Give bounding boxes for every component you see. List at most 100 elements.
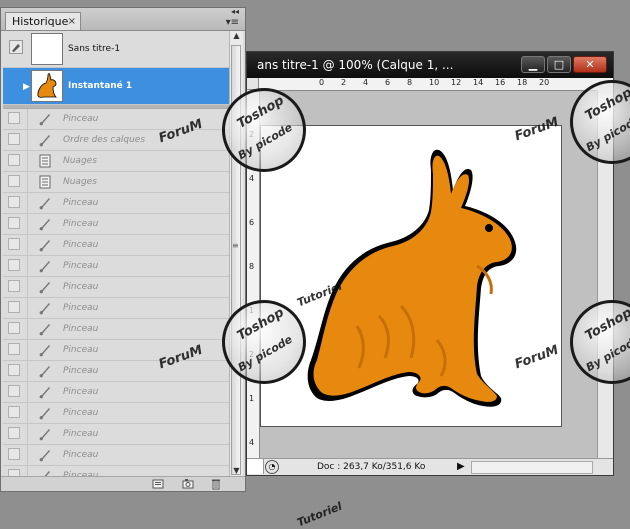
history-brush-source-checkbox[interactable] xyxy=(8,238,20,250)
history-brush-source-checkbox[interactable] xyxy=(8,448,20,460)
brush-icon xyxy=(39,198,50,210)
brush-icon xyxy=(39,303,50,315)
history-step[interactable]: Pinceau xyxy=(3,382,230,403)
history-steps: Pinceau Ordre des calques Nuages Nuages Pinc… xyxy=(3,109,230,478)
row-separator xyxy=(27,130,28,150)
row-separator xyxy=(27,445,28,465)
history-snapshot[interactable]: Sans titre-1 xyxy=(3,31,230,68)
history-step[interactable]: Pinceau xyxy=(3,361,230,382)
brush-icon xyxy=(39,114,50,126)
row-separator xyxy=(27,382,28,402)
history-brush-source-icon[interactable] xyxy=(9,40,23,54)
history-brush-source-checkbox[interactable] xyxy=(8,79,20,91)
snapshot-label: Sans titre-1 xyxy=(68,44,121,54)
history-step-label: Pinceau xyxy=(63,324,99,334)
row-separator xyxy=(27,109,28,129)
brush-icon xyxy=(39,450,50,462)
new-snapshot-icon[interactable] xyxy=(181,478,195,490)
blank-thumbnail xyxy=(31,33,63,65)
window-controls: ▁ □ ✕ xyxy=(521,56,607,73)
horizontal-ruler[interactable]: 0 2 4 6 8 10 12 14 16 18 20 xyxy=(259,78,613,91)
brush-icon xyxy=(39,240,50,252)
history-step-label: Pinceau xyxy=(63,303,99,313)
history-brush-source-checkbox[interactable] xyxy=(8,364,20,376)
history-step-label: Pinceau xyxy=(63,240,99,250)
history-step-label: Pinceau xyxy=(63,345,99,355)
row-separator xyxy=(27,193,28,213)
brush-icon xyxy=(39,324,50,336)
history-brush-source-checkbox[interactable] xyxy=(8,406,20,418)
document-size-status: Doc : 263,7 Ko/351,6 Ko xyxy=(317,462,426,472)
history-list: Sans titre-1 ▶ Instantané 1 Pinceau Ordre… xyxy=(3,31,230,478)
history-brush-source-checkbox[interactable] xyxy=(8,154,20,166)
history-snapshot-selected[interactable]: ▶ Instantané 1 xyxy=(3,68,230,105)
history-step[interactable]: Pinceau xyxy=(3,277,230,298)
history-step-label: Pinceau xyxy=(63,114,99,124)
history-panel: Historique × ◂◂ ▾≡ Sans titre-1 ▶ Instan… xyxy=(0,7,246,492)
canvas-area[interactable] xyxy=(260,91,597,459)
row-separator xyxy=(27,172,28,192)
history-step[interactable]: Pinceau xyxy=(3,193,230,214)
history-step[interactable]: Pinceau xyxy=(3,298,230,319)
history-step[interactable]: Pinceau xyxy=(3,445,230,466)
ruler-tick-label: 18 xyxy=(517,78,528,87)
panel-collapse-icon[interactable]: ◂◂ xyxy=(231,7,239,16)
history-brush-source-checkbox[interactable] xyxy=(8,427,20,439)
zoom-field[interactable] xyxy=(247,459,264,474)
maximize-button[interactable]: □ xyxy=(547,56,571,73)
history-step[interactable]: Pinceau xyxy=(3,424,230,445)
document-title-bar[interactable]: ans titre-1 @ 100% (Calque 1, ... ▁ □ ✕ xyxy=(247,52,613,78)
minimize-button[interactable]: ▁ xyxy=(521,56,545,73)
history-step[interactable]: Pinceau xyxy=(3,214,230,235)
history-brush-source-checkbox[interactable] xyxy=(8,322,20,334)
history-brush-source-checkbox[interactable] xyxy=(8,175,20,187)
close-window-button[interactable]: ✕ xyxy=(573,56,607,73)
ruler-tick-label: 8 xyxy=(249,262,255,271)
history-step[interactable]: Pinceau xyxy=(3,403,230,424)
panel-menu-icon[interactable]: ▾≡ xyxy=(226,17,239,28)
ruler-tick-label: 20 xyxy=(539,78,550,87)
document-icon xyxy=(39,154,51,168)
history-step[interactable]: Pinceau xyxy=(3,256,230,277)
history-step-label: Pinceau xyxy=(63,219,99,229)
history-panel-footer xyxy=(1,476,245,491)
row-separator xyxy=(27,340,28,360)
new-document-from-state-icon[interactable] xyxy=(151,478,165,490)
ruler-tick-label: 16 xyxy=(495,78,506,87)
ruler-tick-label: 4 xyxy=(249,174,255,183)
history-brush-source-checkbox[interactable] xyxy=(8,301,20,313)
scroll-up-icon[interactable]: ▲ xyxy=(230,31,243,43)
history-step[interactable]: Nuages xyxy=(3,172,230,193)
history-brush-source-checkbox[interactable] xyxy=(8,217,20,229)
status-menu-arrow-icon[interactable]: ▶ xyxy=(457,459,465,475)
document-horizontal-scrollbar[interactable] xyxy=(471,461,593,474)
ruler-tick-label: 6 xyxy=(385,78,391,87)
document-canvas[interactable] xyxy=(260,125,562,427)
document-icon xyxy=(39,175,51,189)
row-separator xyxy=(27,235,28,255)
history-step-label: Nuages xyxy=(63,177,97,187)
history-step-label: Pinceau xyxy=(63,408,99,418)
watermark-disc: Toshop By picode xyxy=(222,88,306,172)
tab-historique[interactable]: Historique × xyxy=(5,12,81,30)
delete-state-icon[interactable] xyxy=(209,478,223,490)
watermark-toshop: Toshop xyxy=(582,85,630,124)
history-brush-source-checkbox[interactable] xyxy=(8,259,20,271)
tab-close-icon[interactable]: × xyxy=(68,13,76,30)
history-step[interactable]: Pinceau xyxy=(3,235,230,256)
rabbit-eye xyxy=(485,224,493,232)
ruler-tick-label: 10 xyxy=(429,78,440,87)
history-brush-source-checkbox[interactable] xyxy=(8,196,20,208)
ruler-tick-label: 14 xyxy=(473,78,484,87)
status-info-icon[interactable]: ◔ xyxy=(265,460,279,474)
history-brush-source-checkbox[interactable] xyxy=(8,133,20,145)
tab-label: Historique xyxy=(12,15,69,28)
history-brush-source-checkbox[interactable] xyxy=(8,385,20,397)
history-brush-source-checkbox[interactable] xyxy=(8,112,20,124)
row-separator xyxy=(27,403,28,423)
history-step-label: Pinceau xyxy=(63,198,99,208)
history-step[interactable]: Pinceau xyxy=(3,319,230,340)
history-step[interactable]: Nuages xyxy=(3,151,230,172)
history-brush-source-checkbox[interactable] xyxy=(8,343,20,355)
history-brush-source-checkbox[interactable] xyxy=(8,280,20,292)
